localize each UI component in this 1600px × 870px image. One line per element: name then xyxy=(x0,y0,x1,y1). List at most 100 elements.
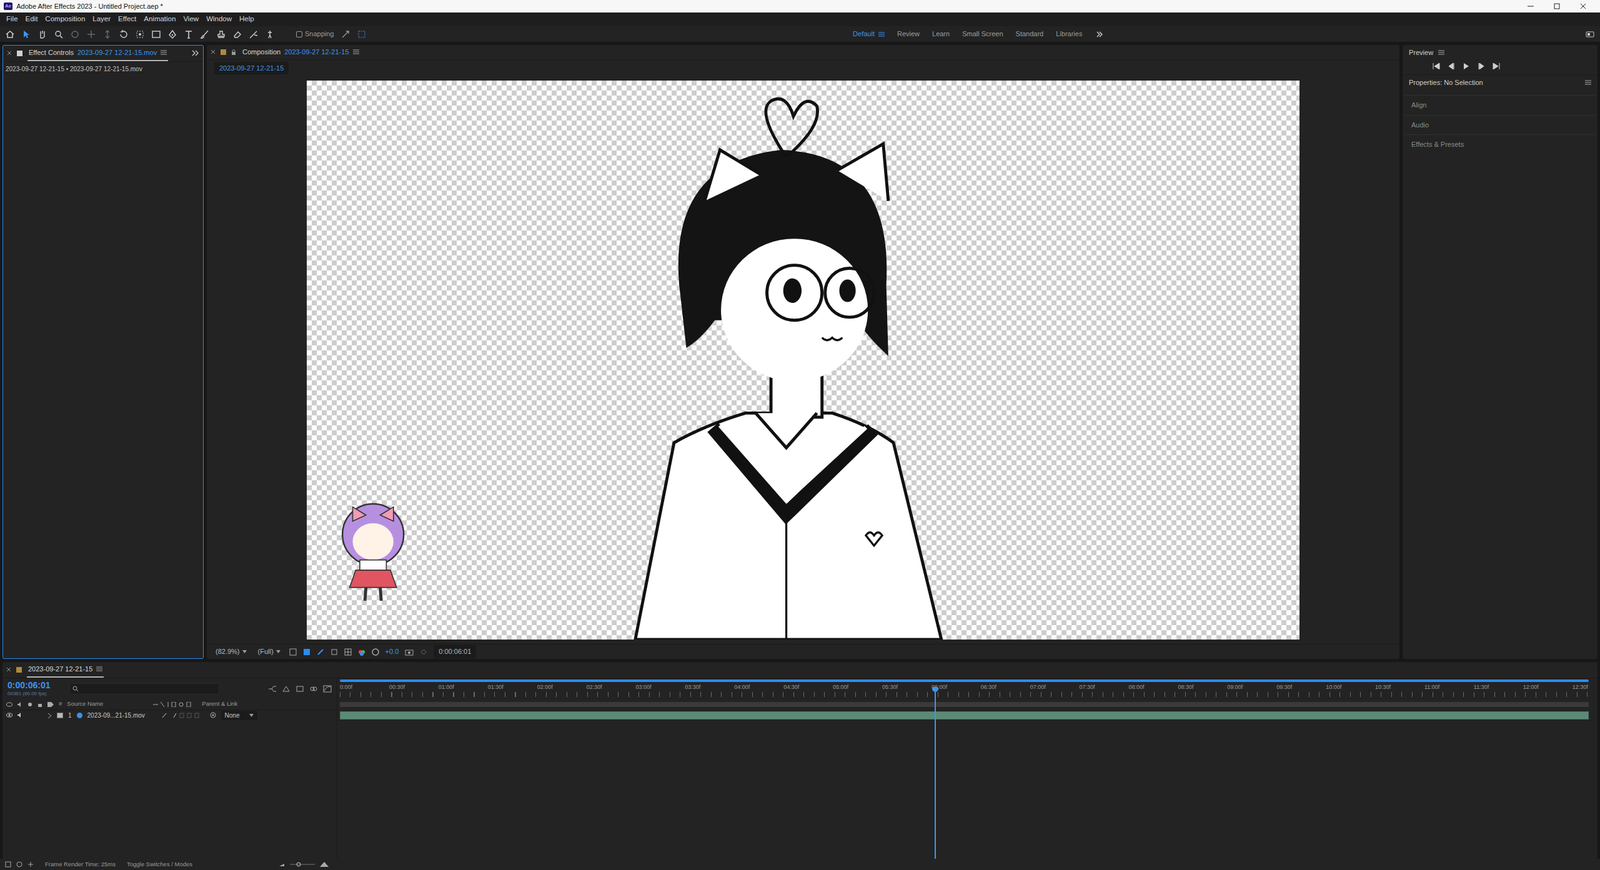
region-of-interest-icon[interactable] xyxy=(330,648,338,656)
properties-section[interactable]: Effects & Presets xyxy=(1405,134,1596,155)
menu-item[interactable]: View xyxy=(179,12,203,26)
panel-overflow-icon[interactable] xyxy=(191,49,200,57)
menu-item[interactable]: Effect xyxy=(114,12,140,26)
workspace-tab[interactable]: Review xyxy=(890,27,926,41)
viewer-timecode[interactable]: 0:00:06:01 xyxy=(433,645,477,659)
current-time[interactable]: 0:00:06:01 00361 (60.00 fps) xyxy=(7,680,51,698)
layer-row[interactable]: 12023-09...21-15.movNone xyxy=(2,710,337,721)
anchor-tool-icon[interactable] xyxy=(134,29,145,40)
first-frame-icon[interactable] xyxy=(1432,63,1441,70)
layer-switches-icon[interactable] xyxy=(161,712,205,719)
hand-tool-icon[interactable] xyxy=(37,29,48,40)
workspace-tab[interactable]: Standard xyxy=(1009,27,1051,41)
orbit-tool-icon[interactable] xyxy=(69,29,80,40)
exposure-icon[interactable] xyxy=(371,648,380,656)
timeline-tab[interactable]: 2023-09-27 12-21-15 xyxy=(26,662,104,678)
selection-tool-icon[interactable] xyxy=(21,29,32,40)
menu-item[interactable]: File xyxy=(2,12,22,26)
playhead-handle[interactable] xyxy=(932,687,939,693)
parent-dropdown[interactable]: None xyxy=(221,710,258,721)
magnification-dropdown[interactable]: (82.9%) xyxy=(213,645,250,658)
workspace-tab[interactable]: Learn xyxy=(925,27,956,41)
time-zoom-slider[interactable] xyxy=(289,861,315,868)
time-graph[interactable]: 0:00f00:30f01:00f01:30f02:00f02:30f03:00… xyxy=(337,678,1598,860)
layer-search[interactable] xyxy=(69,683,220,695)
menu-icon[interactable] xyxy=(878,31,885,37)
composition-canvas[interactable] xyxy=(306,80,1300,640)
search-input[interactable] xyxy=(81,683,217,695)
panel-menu-icon[interactable] xyxy=(16,50,23,57)
parent-link-column[interactable]: Parent & Link xyxy=(201,699,238,709)
workspace-tab[interactable]: Small Screen xyxy=(955,27,1009,41)
menu-item[interactable]: Help xyxy=(235,12,259,26)
close-tab-icon[interactable] xyxy=(6,50,12,56)
snap-options-icon[interactable] xyxy=(340,29,351,40)
snapshot-icon[interactable] xyxy=(404,648,414,656)
channel-icon[interactable] xyxy=(357,648,366,656)
snap-grid-icon[interactable] xyxy=(356,29,367,40)
maximize-icon[interactable] xyxy=(1543,0,1571,13)
menu-icon[interactable] xyxy=(1438,49,1445,55)
source-name-column[interactable]: Source Name xyxy=(66,699,149,709)
pick-whip-icon[interactable] xyxy=(209,712,217,719)
composition-subtab[interactable]: 2023-09-27 12-21-15 xyxy=(214,61,289,75)
toggle-switches-modes[interactable]: Toggle Switches / Modes xyxy=(126,860,193,870)
rectangle-tool-icon[interactable] xyxy=(151,29,162,40)
work-area-bar[interactable] xyxy=(339,679,1589,683)
snapping-checkbox[interactable] xyxy=(296,31,303,38)
search-help-icon[interactable] xyxy=(1585,29,1596,40)
render-time-icon[interactable] xyxy=(4,861,12,868)
close-icon[interactable] xyxy=(1570,0,1597,13)
zoom-in-icon[interactable] xyxy=(319,861,329,868)
pen-tool-icon[interactable] xyxy=(167,29,178,40)
speaker-icon[interactable] xyxy=(17,712,23,718)
pan-tool-icon[interactable] xyxy=(86,29,97,40)
composition-viewer[interactable] xyxy=(206,76,1400,645)
properties-section[interactable]: Align xyxy=(1405,94,1596,115)
type-tool-icon[interactable] xyxy=(183,29,194,40)
workspace-tab[interactable]: Default xyxy=(846,27,891,41)
expand-panes-icon[interactable] xyxy=(16,861,23,868)
graph-editor-icon[interactable] xyxy=(322,685,332,693)
workspace-tab[interactable]: Libraries xyxy=(1049,27,1089,41)
menu-icon[interactable] xyxy=(96,666,103,672)
playhead[interactable] xyxy=(934,689,936,860)
menu-icon[interactable] xyxy=(160,49,167,55)
menu-item[interactable]: Layer xyxy=(88,12,115,26)
properties-section[interactable]: Audio xyxy=(1405,114,1596,135)
eraser-tool-icon[interactable] xyxy=(232,29,243,40)
lock-icon[interactable] xyxy=(231,49,237,55)
previous-frame-icon[interactable] xyxy=(1447,63,1456,70)
draft-3d-icon[interactable] xyxy=(281,685,291,693)
zoom-out-icon[interactable] xyxy=(278,861,285,868)
frame-blending-icon[interactable] xyxy=(309,685,319,693)
roto-brush-icon[interactable] xyxy=(248,29,259,40)
twirl-arrow-icon[interactable] xyxy=(47,710,52,721)
timeline-timecode[interactable]: 0:00:06:01 xyxy=(7,680,51,691)
transparency-grid-icon[interactable] xyxy=(303,648,311,656)
next-frame-icon[interactable] xyxy=(1477,63,1486,70)
puppet-pin-icon[interactable] xyxy=(264,29,275,40)
snapping-toggle[interactable]: Snapping xyxy=(296,28,335,40)
more-workspaces-icon[interactable] xyxy=(1094,29,1105,40)
in-out-icon[interactable] xyxy=(27,861,34,868)
mask-visibility-icon[interactable] xyxy=(316,648,325,656)
menu-item[interactable]: Animation xyxy=(139,12,180,26)
layer-name[interactable]: 2023-09...21-15.mov xyxy=(87,710,157,721)
brush-tool-icon[interactable] xyxy=(199,29,210,40)
play-icon[interactable] xyxy=(1462,63,1471,70)
last-frame-icon[interactable] xyxy=(1492,63,1501,70)
resolution-dropdown[interactable]: (Full) xyxy=(255,645,284,658)
show-snapshot-icon[interactable] xyxy=(419,648,428,656)
menu-item[interactable]: Window xyxy=(202,12,236,26)
menu-item[interactable]: Edit xyxy=(21,12,42,26)
exposure-value[interactable]: +0.0 xyxy=(385,646,400,658)
close-tab-icon[interactable] xyxy=(210,49,216,55)
menu-icon[interactable] xyxy=(1585,79,1592,85)
shy-icon[interactable] xyxy=(295,685,305,693)
dolly-tool-icon[interactable] xyxy=(102,29,113,40)
menu-item[interactable]: Composition xyxy=(41,12,89,26)
comp-mini-flowchart-icon[interactable] xyxy=(268,685,277,693)
clone-stamp-icon[interactable] xyxy=(216,29,227,40)
composition-tab[interactable]: Composition 2023-09-27 12-21-15 xyxy=(241,44,361,60)
